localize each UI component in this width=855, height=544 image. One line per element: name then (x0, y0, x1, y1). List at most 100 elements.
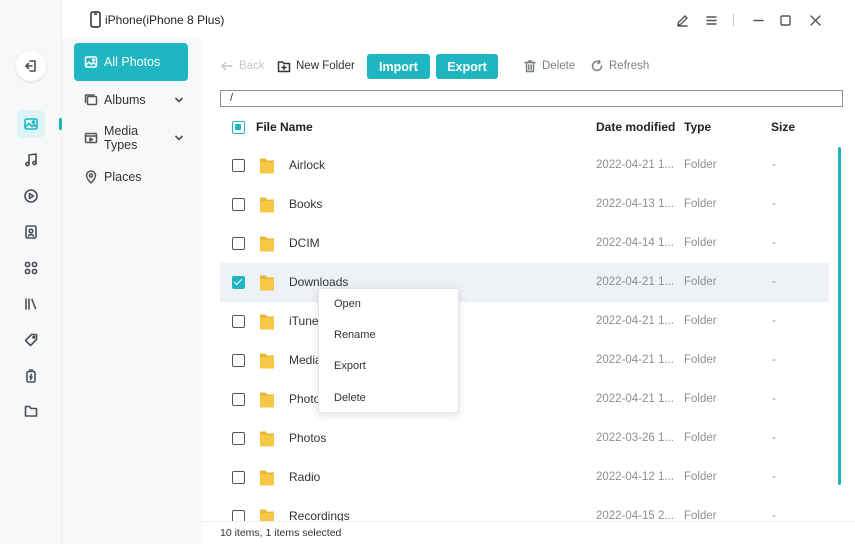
file-date: 2022-04-13 1... (596, 198, 675, 210)
file-name: Airlock (289, 158, 326, 172)
table-row[interactable]: iTune 2022-04-21 1... Folder - (220, 302, 829, 341)
status-text: 10 items, 1 items selected (220, 527, 342, 539)
context-menu-export[interactable]: Export (319, 351, 458, 382)
status-divider (201, 521, 855, 522)
context-menu: Open Rename Export Delete (318, 288, 459, 413)
sidebar-item-albums[interactable]: Albums (74, 81, 188, 119)
new-folder-icon (277, 61, 291, 73)
file-name: Photos (289, 431, 327, 445)
column-header-date[interactable]: Date modified (596, 120, 675, 134)
row-checkbox[interactable] (232, 198, 245, 211)
file-type: Folder (684, 237, 717, 249)
row-checkbox[interactable] (232, 432, 245, 445)
table-row[interactable]: Downloads 2022-04-21 1... Folder - (220, 263, 829, 302)
table-row[interactable]: Airlock 2022-04-21 1... Folder - (220, 146, 829, 185)
table-row[interactable]: DCIM 2022-04-14 1... Folder - (220, 224, 829, 263)
file-size: - (772, 393, 776, 405)
refresh-label: Refresh (609, 60, 650, 72)
folder-icon (260, 158, 274, 174)
row-checkbox[interactable] (232, 393, 245, 406)
file-type: Folder (684, 393, 717, 405)
file-size: - (772, 315, 776, 327)
title-bar: iPhone(iPhone 8 Plus) (62, 0, 855, 38)
column-header-type[interactable]: Type (684, 120, 711, 134)
row-checkbox[interactable] (232, 276, 245, 289)
context-menu-rename[interactable]: Rename (319, 320, 458, 351)
column-header-size[interactable]: Size (771, 120, 795, 134)
context-menu-delete[interactable]: Delete (319, 383, 458, 414)
table-row[interactable]: Photo 2022-04-21 1... Folder - (220, 380, 829, 419)
folder-icon (260, 392, 274, 408)
photos-icon[interactable] (17, 110, 45, 138)
tag-icon[interactable] (17, 326, 45, 354)
file-date: 2022-04-14 1... (596, 237, 675, 249)
music-icon[interactable] (17, 146, 45, 174)
maximize-icon[interactable] (777, 12, 793, 28)
video-icon[interactable] (17, 182, 45, 210)
chevron-down-icon (175, 97, 183, 103)
sidebar-item-label: All Photos (104, 55, 161, 69)
device-selector[interactable]: iPhone(iPhone 8 Plus) (90, 11, 224, 28)
file-name: Books (289, 197, 323, 211)
file-size: - (772, 237, 776, 249)
row-checkbox[interactable] (232, 315, 245, 328)
arrow-left-icon (221, 61, 233, 71)
file-date: 2022-04-21 1... (596, 393, 675, 405)
books-icon[interactable] (17, 290, 45, 318)
row-checkbox[interactable] (232, 237, 245, 250)
sidebar-item-label: Places (104, 170, 142, 184)
table-header: File Name Date modified Type Size (220, 108, 840, 146)
files-icon[interactable] (17, 397, 45, 425)
toolbar: Back New Folder Import Export Delete Ref… (201, 38, 855, 90)
row-checkbox[interactable] (232, 159, 245, 172)
file-name: Downloads (289, 275, 349, 289)
scrollbar[interactable] (838, 147, 841, 485)
contacts-icon[interactable] (17, 218, 45, 246)
file-type: Folder (684, 432, 717, 444)
sidebar-item-media-types[interactable]: Media Types (74, 119, 188, 157)
minimize-icon[interactable] (750, 12, 766, 28)
table-row[interactable]: Radio 2022-04-12 1... Folder - (220, 458, 829, 497)
sidebar-item-label: Media Types (104, 124, 139, 152)
file-date: 2022-04-21 1... (596, 354, 675, 366)
table-row[interactable]: Recordings 2022-04-15 2... Folder - (220, 497, 829, 522)
column-header-name[interactable]: File Name (256, 120, 313, 134)
file-size: - (772, 198, 776, 210)
delete-button[interactable]: Delete (523, 59, 575, 73)
export-button[interactable]: Export (436, 54, 498, 79)
back-label: Back (239, 60, 265, 72)
file-name: iTune (289, 314, 319, 328)
title-separator (733, 14, 734, 26)
device-name: iPhone(iPhone 8 Plus) (105, 12, 225, 27)
file-name: Radio (289, 470, 321, 484)
folder-icon (260, 236, 274, 252)
new-folder-button[interactable]: New Folder (277, 59, 355, 73)
folder-icon (260, 353, 274, 369)
back-button[interactable]: Back (220, 59, 265, 73)
edit-icon[interactable] (674, 12, 690, 28)
row-checkbox[interactable] (232, 354, 245, 367)
battery-icon[interactable] (17, 362, 45, 390)
row-checkbox[interactable] (232, 471, 245, 484)
icon-rail (0, 0, 62, 544)
file-name: Media (289, 353, 322, 367)
import-button[interactable]: Import (367, 54, 430, 79)
apps-icon[interactable] (17, 254, 45, 282)
back-icon[interactable] (16, 51, 46, 81)
table-row[interactable]: Books 2022-04-13 1... Folder - (220, 185, 829, 224)
sidebar-item-all-photos[interactable]: All Photos (74, 43, 188, 81)
menu-icon[interactable] (703, 12, 719, 28)
context-menu-open[interactable]: Open (319, 289, 458, 320)
sidebar-item-places[interactable]: Places (74, 158, 188, 196)
table-row[interactable]: Photos 2022-03-26 1... Folder - (220, 419, 829, 458)
table-row[interactable]: Media 2022-04-21 1... Folder - (220, 341, 829, 380)
path-input[interactable]: / (220, 90, 843, 107)
sidebar: All Photos Albums Media Types Places (62, 38, 201, 544)
file-size: - (772, 354, 776, 366)
close-icon[interactable] (807, 12, 823, 28)
sidebar-item-label: Albums (104, 93, 146, 107)
file-date: 2022-04-21 1... (596, 159, 675, 171)
select-all-checkbox[interactable] (232, 121, 245, 134)
refresh-button[interactable]: Refresh (590, 59, 649, 73)
folder-icon (260, 314, 274, 330)
